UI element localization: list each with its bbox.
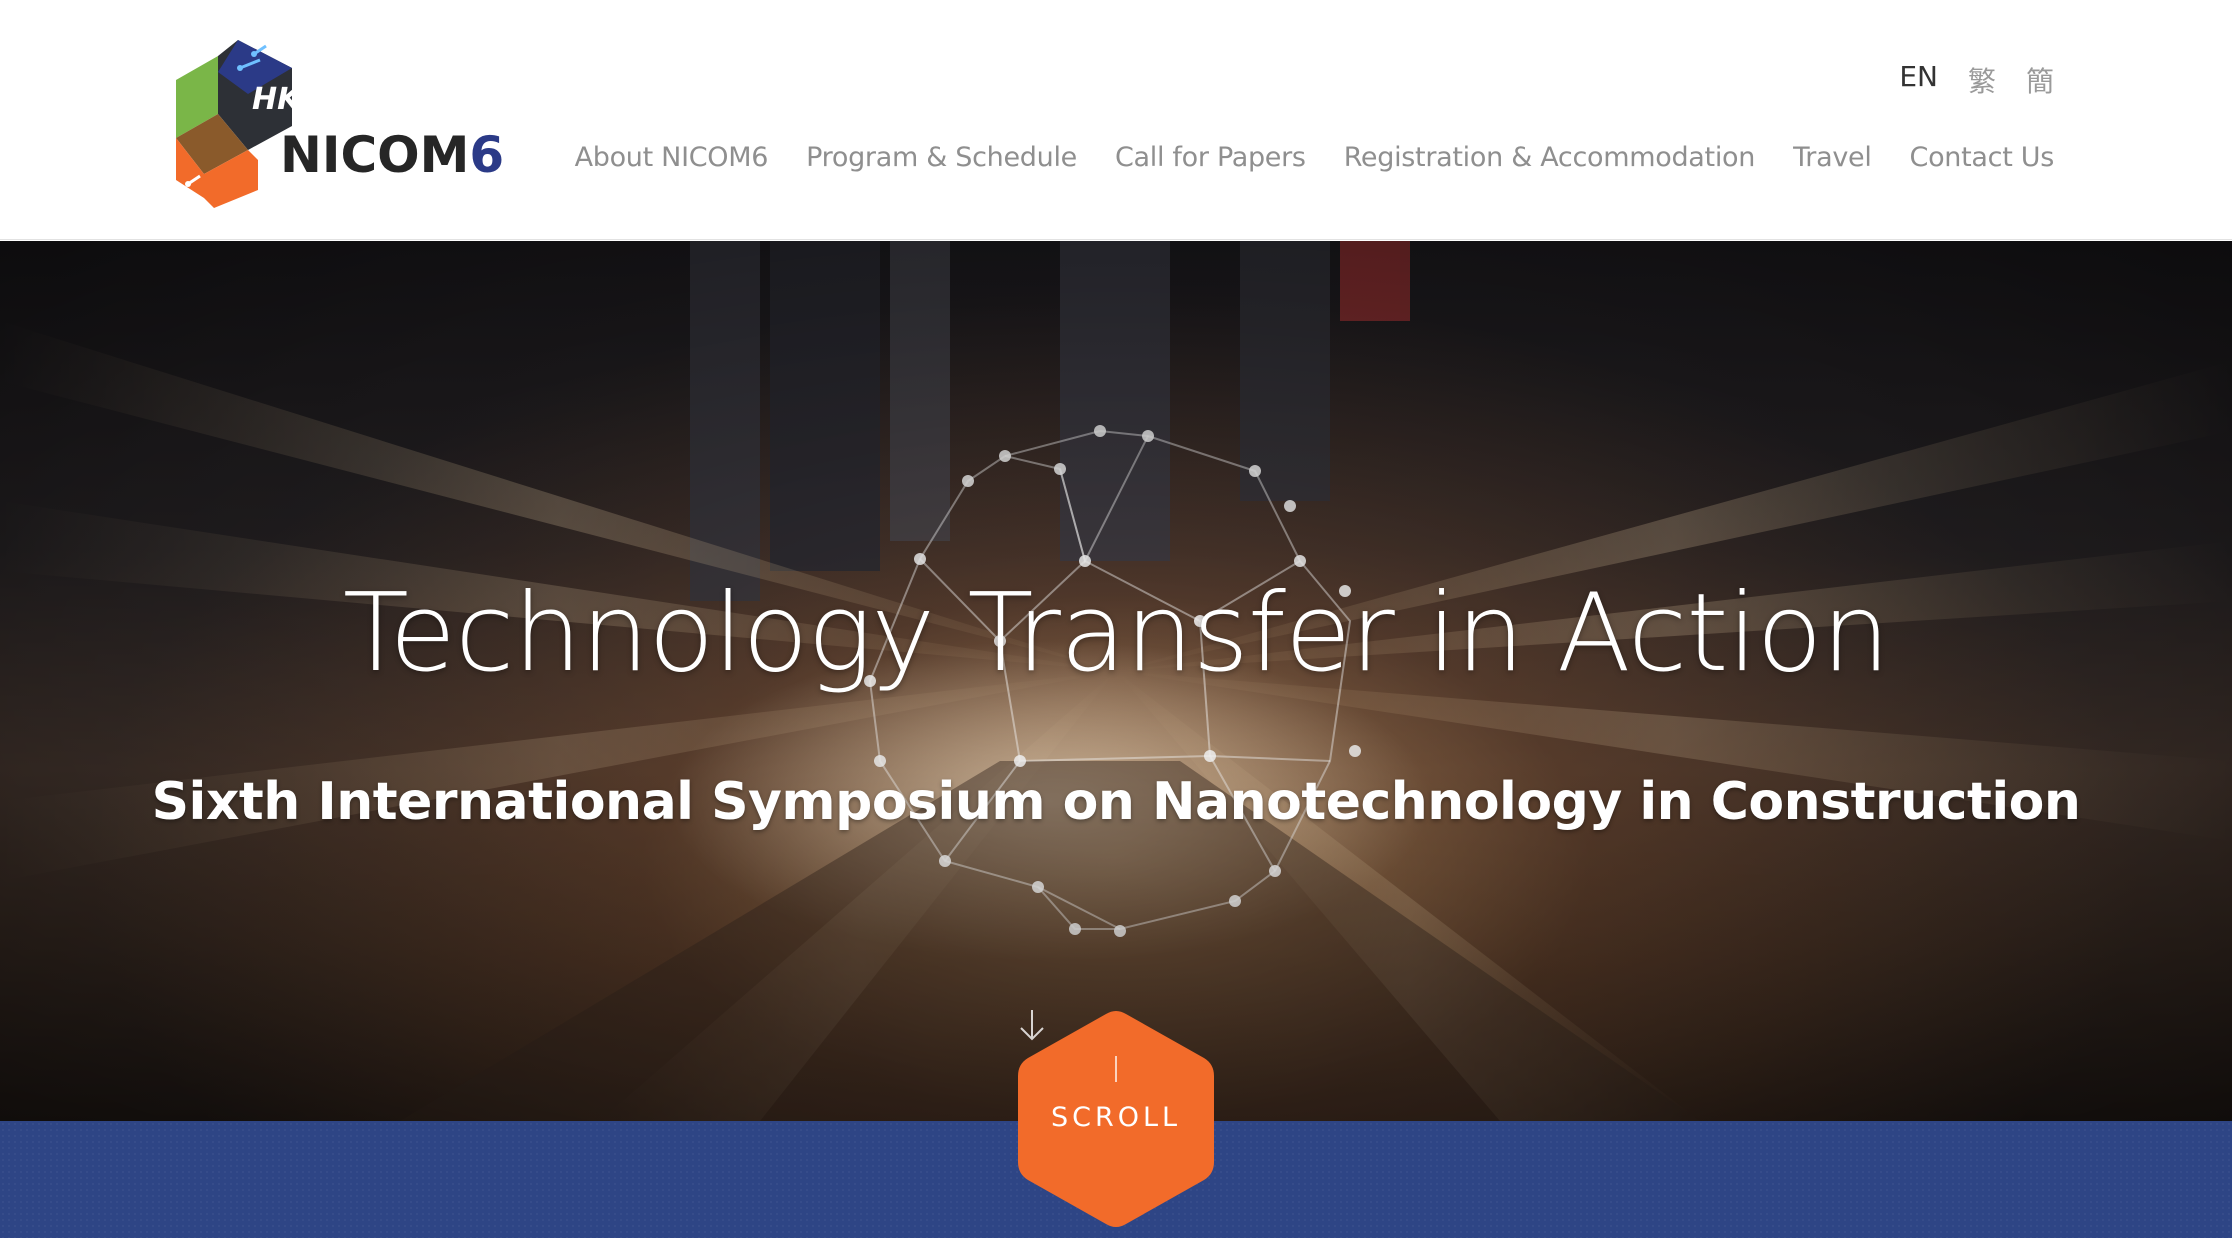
- main-nav: About NICOM6 Program & Schedule Call for…: [575, 142, 2055, 173]
- nicom6-logo[interactable]: HK NICOM6: [174, 38, 504, 208]
- nav-item-travel[interactable]: Travel: [1793, 142, 1872, 173]
- nav-item-registration[interactable]: Registration & Accommodation: [1344, 142, 1756, 173]
- logo-badge: HK: [252, 82, 301, 117]
- scroll-label: SCROLL: [1050, 1102, 1182, 1133]
- nav-item-call-for-papers[interactable]: Call for Papers: [1115, 142, 1306, 173]
- language-switcher: EN 繁 簡: [1899, 60, 2054, 100]
- scroll-line-icon: [1115, 1056, 1117, 1082]
- hero-banner: Technology Transfer in Action Sixth Inte…: [0, 241, 2232, 1121]
- nav-item-program[interactable]: Program & Schedule: [806, 142, 1077, 173]
- nav-item-contact[interactable]: Contact Us: [1910, 142, 2055, 173]
- logo-name-suffix: 6: [469, 126, 505, 184]
- hexagon-cube-logo-icon: [176, 40, 292, 208]
- lang-en[interactable]: EN: [1899, 60, 1938, 100]
- lang-simplified-chinese[interactable]: 簡: [2026, 60, 2054, 100]
- lang-traditional-chinese[interactable]: 繁: [1968, 60, 1996, 100]
- logo-name-prefix: NICOM: [280, 126, 470, 184]
- arrow-down-icon: [1020, 1010, 1044, 1041]
- hero-title: Technology Transfer in Action: [342, 571, 1890, 696]
- nav-item-about[interactable]: About NICOM6: [575, 142, 769, 173]
- scroll-down-button[interactable]: SCROLL: [1018, 1008, 1214, 1230]
- hero-subtitle: Sixth International Symposium on Nanotec…: [151, 772, 2081, 832]
- site-header: HK NICOM6 EN 繁 簡 About NICOM6 Program & …: [0, 0, 2232, 240]
- logo-wordmark: NICOM6: [280, 130, 504, 180]
